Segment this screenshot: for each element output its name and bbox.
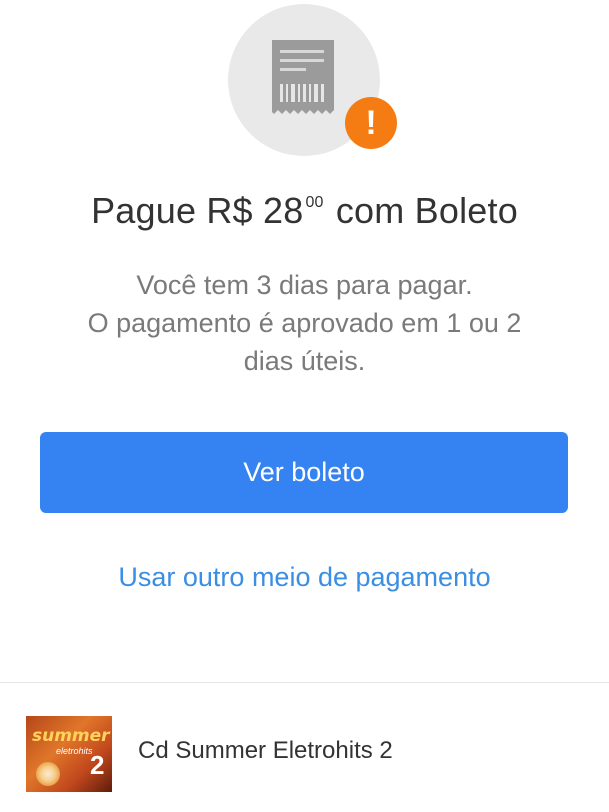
other-payment-method-link[interactable]: Usar outro meio de pagamento — [0, 562, 609, 593]
desc-line-3: dias úteis. — [243, 346, 366, 376]
thumbnail-number: 2 — [90, 750, 105, 780]
payment-title: Pague R$ 28 00 com Boleto — [0, 190, 609, 232]
boleto-payment-screen: ! Pague R$ 28 00 com Boleto Você tem 3 di… — [0, 0, 609, 812]
payment-description: Você tem 3 dias para pagar. O pagamento … — [50, 266, 559, 380]
thumbnail-word: summer — [32, 726, 110, 746]
product-name: Cd Summer Eletrohits 2 — [138, 737, 393, 764]
divider — [0, 682, 609, 683]
thumbnail-subtitle: eletrohits — [56, 746, 93, 756]
receipt-barcode-icon — [270, 40, 336, 123]
view-boleto-button[interactable]: Ver boleto — [40, 432, 568, 513]
title-suffix: com Boleto — [335, 190, 518, 231]
title-prefix: Pague R$ 28 — [91, 190, 304, 231]
title-cents: 00 — [305, 194, 324, 211]
desc-line-1: Você tem 3 dias para pagar. — [136, 270, 473, 300]
exclamation-icon: ! — [345, 97, 397, 149]
product-thumbnail: summer eletrohits 2 — [26, 716, 112, 792]
cd-disc-icon — [36, 762, 60, 786]
desc-line-2: O pagamento é aprovado em 1 ou 2 — [87, 308, 522, 338]
